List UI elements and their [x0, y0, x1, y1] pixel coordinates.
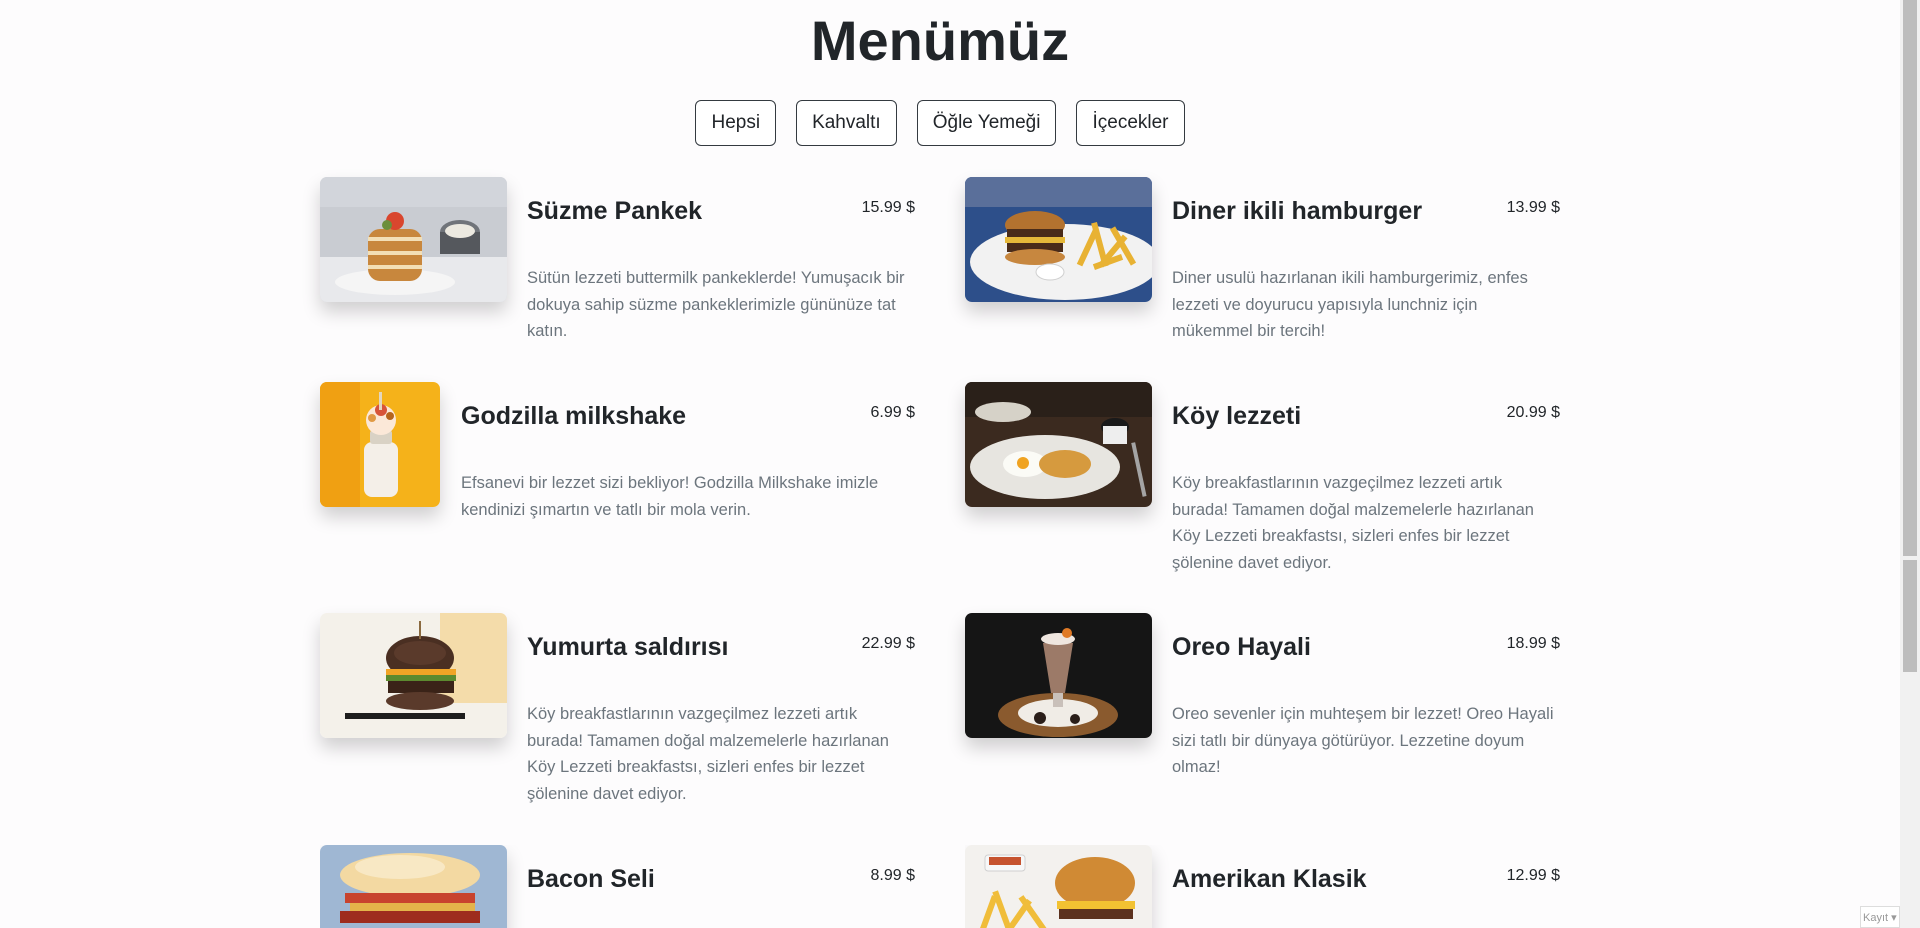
egg-burger-image: [320, 613, 507, 738]
filter-drinks-button[interactable]: İçecekler: [1076, 100, 1185, 146]
item-name: Yumurta saldırısı: [527, 633, 729, 661]
bacon-sandwich-image: [320, 845, 507, 928]
menu-item: Godzilla milkshake 6.99 $ Efsanevi bir l…: [320, 382, 915, 602]
item-name: Köy lezzeti: [1172, 402, 1302, 430]
menu-item: Oreo Hayali 18.99 $ Oreo sevenler için m…: [965, 613, 1560, 833]
pancake-image: [320, 177, 507, 302]
item-price: 18.99 $: [1506, 635, 1560, 652]
item-price: 6.99 $: [870, 404, 915, 421]
item-price: 22.99 $: [861, 635, 915, 652]
page-scrollbar[interactable]: [1900, 0, 1920, 928]
menu-item: Süzme Pankek 15.99 $ Sütün lezzeti butte…: [320, 177, 915, 397]
item-name: Süzme Pankek: [527, 197, 703, 225]
item-name: Godzilla milkshake: [461, 402, 687, 430]
classic-burger-image: [965, 845, 1152, 928]
item-price: 8.99 $: [870, 867, 915, 884]
item-price: 20.99 $: [1506, 404, 1560, 421]
menu-item: Yumurta saldırısı 22.99 $ Köy breakfastl…: [320, 613, 915, 833]
item-price: 15.99 $: [861, 199, 915, 216]
milkshake-image: [320, 382, 440, 507]
oreo-shake-image: [965, 613, 1152, 738]
filter-all-button[interactable]: Hepsi: [695, 100, 777, 146]
item-name: Oreo Hayali: [1172, 633, 1311, 661]
item-name: Amerikan Klasik: [1172, 865, 1367, 893]
item-description: Sütün lezzeti buttermilk pankeklerde! Yu…: [527, 269, 905, 340]
menu-item: Amerikan Klasik 12.99 $: [965, 845, 1560, 928]
menu-item: Diner ikili hamburger 13.99 $ Diner usul…: [965, 177, 1560, 397]
corner-widget-label: Kayıt: [1863, 912, 1889, 924]
scrollbar-thumb[interactable]: [1903, 0, 1917, 556]
item-name: Bacon Seli: [527, 865, 655, 893]
item-name: Diner ikili hamburger: [1172, 197, 1423, 225]
item-price: 13.99 $: [1506, 199, 1560, 216]
item-description: Diner usulü hazırlanan ikili hamburgerim…: [1172, 269, 1528, 340]
chevron-down-icon: ▾: [1891, 912, 1897, 924]
item-description: Efsanevi bir lezzet sizi bekliyor! Godzi…: [461, 474, 879, 519]
filter-lunch-button[interactable]: Öğle Yemeği: [916, 100, 1057, 146]
item-description: Köy breakfastlarının vazgeçilmez lezzeti…: [1172, 474, 1534, 572]
filter-breakfast-button[interactable]: Kahvaltı: [796, 100, 897, 146]
menu-item: Köy lezzeti 20.99 $ Köy breakfastlarının…: [965, 382, 1560, 602]
page-title: Menümüz: [810, 9, 1070, 72]
menu-item: Bacon Seli 8.99 $: [320, 845, 915, 928]
corner-widget[interactable]: Kayıt ▾: [1860, 906, 1900, 928]
burger-fries-image: [965, 177, 1152, 302]
scrollbar-thumb-lower[interactable]: [1903, 560, 1917, 672]
item-description: Oreo sevenler için muhteşem bir lezzet! …: [1172, 705, 1554, 776]
item-description: Köy breakfastlarının vazgeçilmez lezzeti…: [527, 705, 889, 803]
category-filter-bar: Hepsi Kahvaltı Öğle Yemeği İçecekler: [0, 100, 1880, 146]
breakfast-plate-image: [965, 382, 1152, 507]
item-price: 12.99 $: [1506, 867, 1560, 884]
